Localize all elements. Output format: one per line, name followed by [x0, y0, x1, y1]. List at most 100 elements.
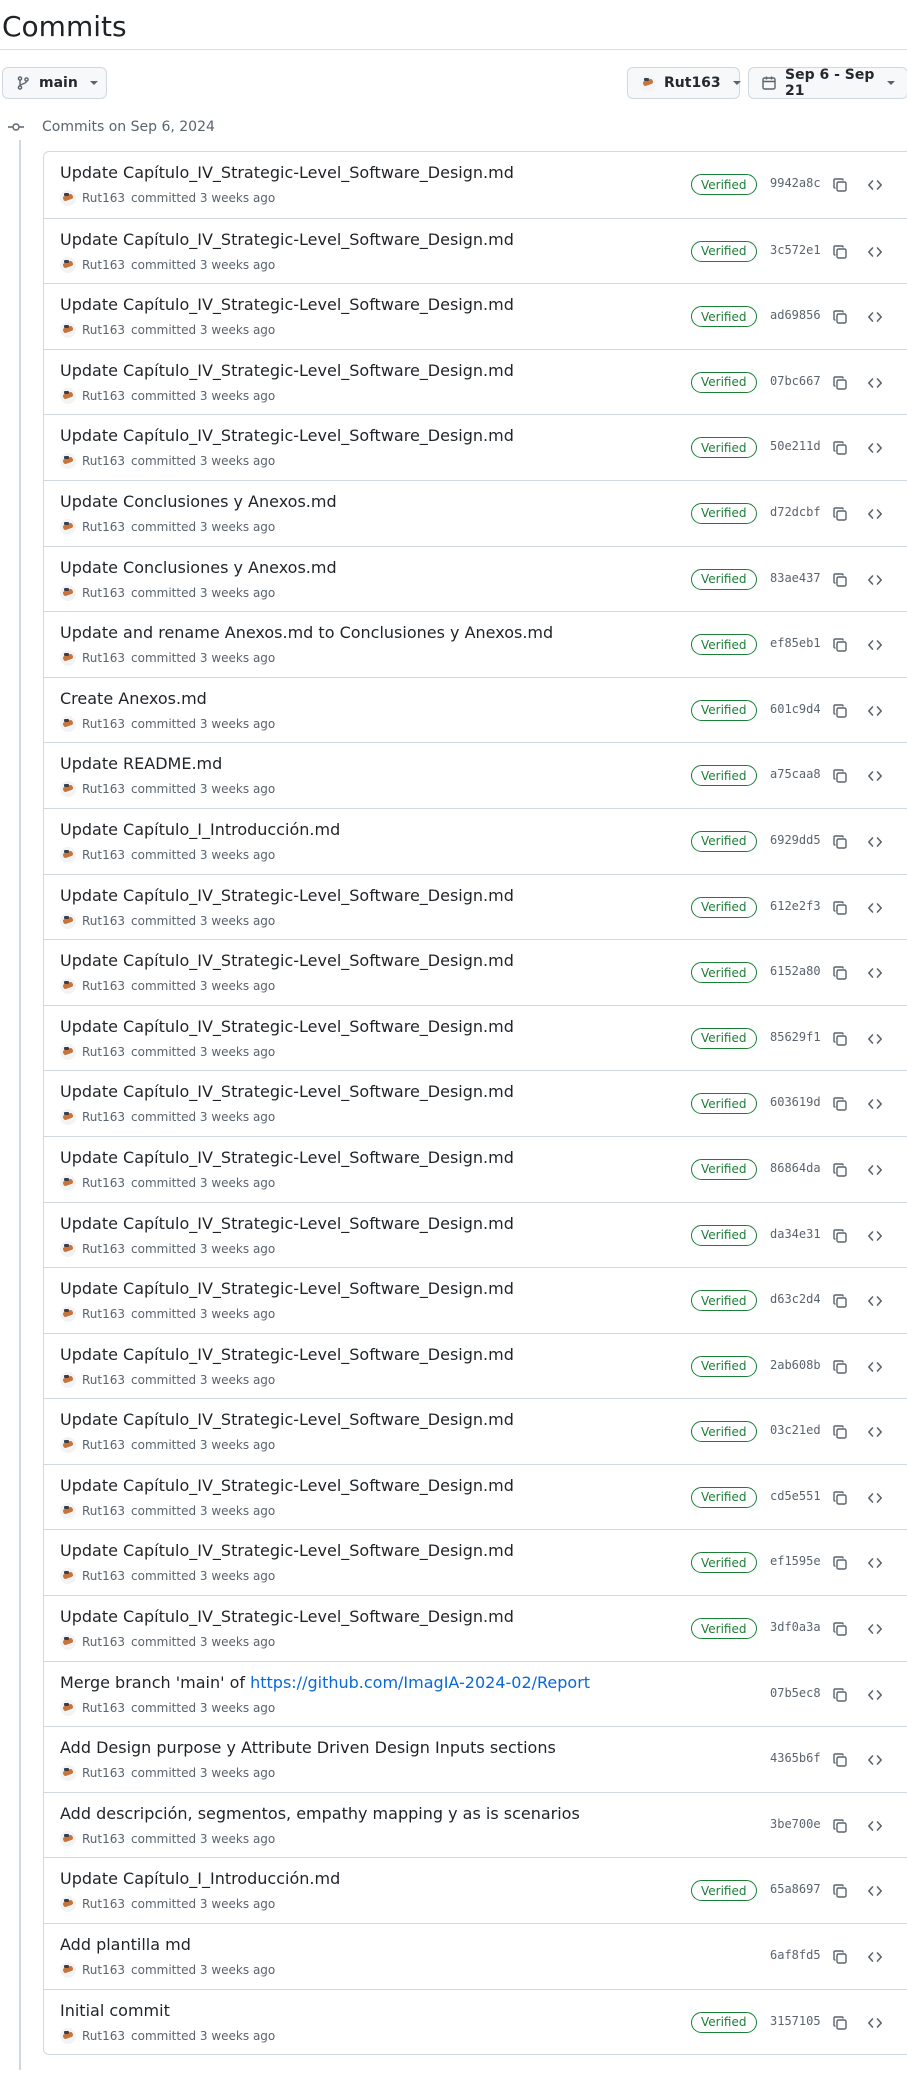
- commit-title-text[interactable]: Add plantilla md: [60, 1935, 191, 1954]
- commit-author[interactable]: Rut163: [82, 782, 125, 796]
- commit-title-text[interactable]: Add descripción, segmentos, empathy mapp…: [60, 1804, 580, 1823]
- copy-icon[interactable]: [827, 1550, 853, 1576]
- commit-title[interactable]: Update Capítulo_IV_Strategic-Level_Softw…: [60, 1017, 514, 1036]
- avatar[interactable]: [60, 453, 76, 470]
- avatar[interactable]: [60, 1437, 76, 1454]
- commit-author[interactable]: Rut163: [82, 979, 125, 993]
- commit-author[interactable]: Rut163: [82, 586, 125, 600]
- code-icon[interactable]: [862, 1682, 888, 1708]
- code-icon[interactable]: [862, 1878, 888, 1904]
- copy-icon[interactable]: [827, 239, 853, 265]
- commit-title[interactable]: Update Capítulo_IV_Strategic-Level_Softw…: [60, 1148, 514, 1167]
- commit-title[interactable]: Update Conclusiones y Anexos.md: [60, 558, 337, 577]
- commit-sha[interactable]: 3be700e: [770, 1817, 821, 1831]
- commit-title[interactable]: Update Capítulo_IV_Strategic-Level_Softw…: [60, 1279, 514, 1298]
- commit-title[interactable]: Update Capítulo_IV_Strategic-Level_Softw…: [60, 886, 514, 905]
- commit-sha[interactable]: 6929dd5: [770, 833, 821, 847]
- code-icon[interactable]: [862, 2010, 888, 2036]
- commit-sha[interactable]: 9942a8c: [770, 176, 821, 190]
- verified-badge[interactable]: Verified: [691, 830, 757, 852]
- copy-icon[interactable]: [827, 763, 853, 789]
- commit-sha[interactable]: 601c9d4: [770, 702, 821, 716]
- branch-selector-button[interactable]: main: [2, 67, 107, 99]
- commit-row[interactable]: Update Capítulo_IV_Strategic-Level_Softw…: [44, 348, 907, 415]
- commit-title-text[interactable]: Update Capítulo_IV_Strategic-Level_Softw…: [60, 163, 514, 182]
- copy-icon[interactable]: [827, 1682, 853, 1708]
- commit-sha[interactable]: 603619d: [770, 1095, 821, 1109]
- code-icon[interactable]: [862, 1157, 888, 1183]
- commit-row[interactable]: Merge branch 'main' of https://github.co…: [44, 1660, 907, 1727]
- commit-row[interactable]: Update Capítulo_IV_Strategic-Level_Softw…: [44, 283, 907, 349]
- avatar[interactable]: [60, 846, 76, 863]
- verified-badge[interactable]: Verified: [691, 502, 757, 524]
- commit-row[interactable]: Add descripción, segmentos, empathy mapp…: [44, 1791, 907, 1858]
- commit-title-text[interactable]: Update Capítulo_IV_Strategic-Level_Softw…: [60, 1082, 514, 1101]
- commit-author[interactable]: Rut163: [82, 323, 125, 337]
- commit-title[interactable]: Update Capítulo_IV_Strategic-Level_Softw…: [60, 1345, 514, 1364]
- commit-author[interactable]: Rut163: [82, 1963, 125, 1977]
- commit-row[interactable]: Update Capítulo_IV_Strategic-Level_Softw…: [44, 1135, 907, 1202]
- code-icon[interactable]: [862, 895, 888, 921]
- avatar[interactable]: [60, 2027, 76, 2044]
- commit-row[interactable]: Update Capítulo_IV_Strategic-Level_Softw…: [44, 1070, 907, 1136]
- avatar[interactable]: [60, 322, 76, 339]
- verified-badge[interactable]: Verified: [691, 2011, 757, 2033]
- commit-sha[interactable]: 50e211d: [770, 439, 821, 453]
- commit-title-text[interactable]: Update Capítulo_IV_Strategic-Level_Softw…: [60, 230, 514, 249]
- verified-badge[interactable]: Verified: [691, 568, 757, 590]
- commit-author[interactable]: Rut163: [82, 1701, 125, 1715]
- commit-author[interactable]: Rut163: [82, 914, 125, 928]
- commit-sha[interactable]: da34e31: [770, 1227, 821, 1241]
- commit-title-text[interactable]: Add Design purpose y Attribute Driven De…: [60, 1738, 556, 1757]
- code-icon[interactable]: [862, 1485, 888, 1511]
- commit-title-text[interactable]: Update Conclusiones y Anexos.md: [60, 558, 337, 577]
- commit-title-text[interactable]: Initial commit: [60, 2001, 170, 2020]
- copy-icon[interactable]: [827, 501, 853, 527]
- code-icon[interactable]: [862, 435, 888, 461]
- commit-row[interactable]: Update Capítulo_IV_Strategic-Level_Softw…: [44, 1267, 907, 1333]
- copy-icon[interactable]: [827, 1944, 853, 1970]
- verified-badge[interactable]: Verified: [691, 1880, 757, 1902]
- code-icon[interactable]: [862, 567, 888, 593]
- commit-title-text[interactable]: Update Capítulo_I_Introducción.md: [60, 1869, 340, 1888]
- commit-title[interactable]: Update Capítulo_IV_Strategic-Level_Softw…: [60, 951, 514, 970]
- commit-title-text[interactable]: Update Capítulo_IV_Strategic-Level_Softw…: [60, 1148, 514, 1167]
- commit-title[interactable]: Update Capítulo_IV_Strategic-Level_Softw…: [60, 1214, 514, 1233]
- commit-title-text[interactable]: Update Capítulo_IV_Strategic-Level_Softw…: [60, 1476, 514, 1495]
- verified-badge[interactable]: Verified: [691, 1421, 757, 1443]
- commit-title[interactable]: Update Capítulo_IV_Strategic-Level_Softw…: [60, 1082, 514, 1101]
- avatar[interactable]: [60, 1962, 76, 1979]
- commit-title-text[interactable]: Update Capítulo_IV_Strategic-Level_Softw…: [60, 951, 514, 970]
- commit-row[interactable]: Update Capítulo_IV_Strategic-Level_Softw…: [44, 1463, 907, 1530]
- commit-title-text[interactable]: Update Capítulo_I_Introducción.md: [60, 820, 340, 839]
- commit-title-text[interactable]: Update Capítulo_IV_Strategic-Level_Softw…: [60, 1017, 514, 1036]
- avatar[interactable]: [60, 1830, 76, 1847]
- commit-link[interactable]: https://github.com/ImagIA-2024-02/Report: [250, 1673, 590, 1692]
- copy-icon[interactable]: [827, 1616, 853, 1642]
- commit-author[interactable]: Rut163: [82, 454, 125, 468]
- commit-sha[interactable]: 86864da: [770, 1161, 821, 1175]
- commit-title-text[interactable]: Update README.md: [60, 754, 222, 773]
- commit-title-text[interactable]: Update Capítulo_IV_Strategic-Level_Softw…: [60, 886, 514, 905]
- commit-title[interactable]: Update Capítulo_I_Introducción.md: [60, 820, 340, 839]
- commit-title[interactable]: Add Design purpose y Attribute Driven De…: [60, 1738, 556, 1757]
- commit-sha[interactable]: ad69856: [770, 308, 821, 322]
- commit-row[interactable]: Update Capítulo_I_Introducción.md Rut163 c…: [44, 807, 907, 874]
- code-icon[interactable]: [862, 239, 888, 265]
- commit-sha[interactable]: a75caa8: [770, 767, 821, 781]
- commit-sha[interactable]: d72dcbf: [770, 505, 821, 519]
- commit-author[interactable]: Rut163: [82, 1110, 125, 1124]
- code-icon[interactable]: [862, 1747, 888, 1773]
- commit-sha[interactable]: 3c572e1: [770, 243, 821, 257]
- code-icon[interactable]: [862, 763, 888, 789]
- code-icon[interactable]: [862, 1091, 888, 1117]
- commit-title-text[interactable]: Update Capítulo_IV_Strategic-Level_Softw…: [60, 426, 514, 445]
- avatar[interactable]: [60, 1306, 76, 1323]
- commit-sha[interactable]: ef1595e: [770, 1554, 821, 1568]
- commit-title-text[interactable]: Update Capítulo_IV_Strategic-Level_Softw…: [60, 361, 514, 380]
- avatar[interactable]: [60, 650, 76, 667]
- commit-title-text[interactable]: Update Capítulo_IV_Strategic-Level_Softw…: [60, 295, 514, 314]
- commit-title-text[interactable]: Update Capítulo_IV_Strategic-Level_Softw…: [60, 1410, 514, 1429]
- commit-title[interactable]: Add descripción, segmentos, empathy mapp…: [60, 1804, 580, 1823]
- commit-sha[interactable]: 4365b6f: [770, 1751, 821, 1765]
